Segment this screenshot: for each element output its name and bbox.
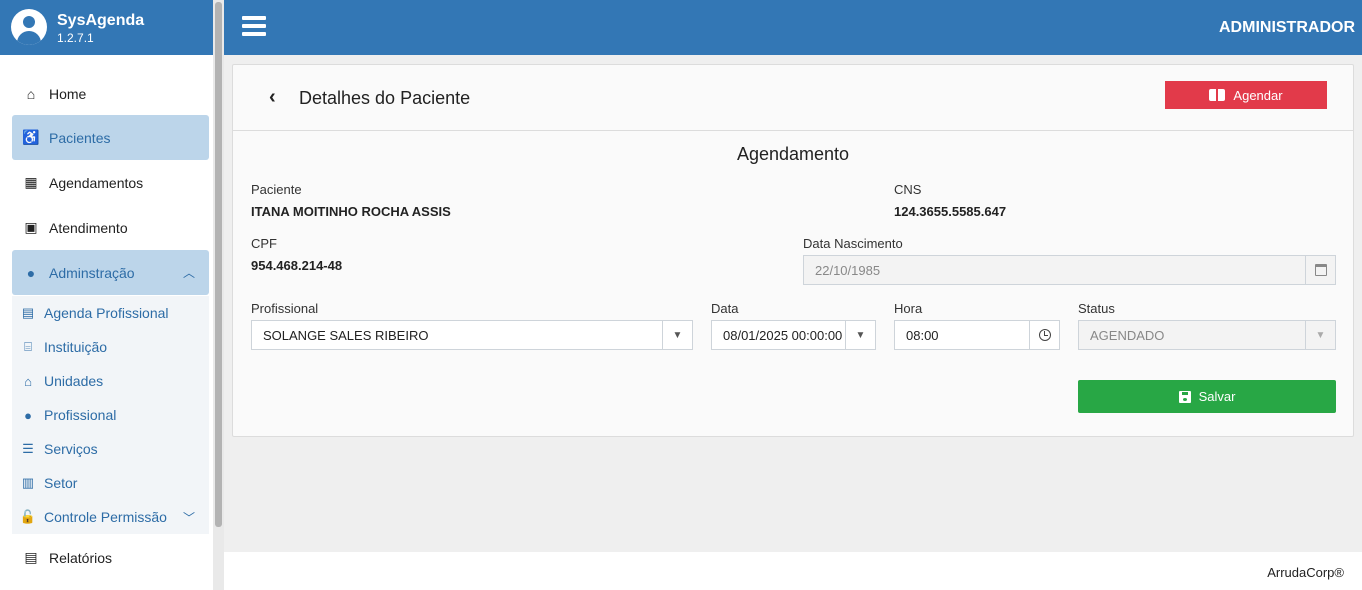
status-value: AGENDADO bbox=[1090, 327, 1165, 343]
doctor-icon: ● bbox=[24, 407, 32, 423]
dropdown-caret-icon[interactable]: ▼ bbox=[662, 321, 692, 349]
user-role-label[interactable]: ADMINISTRADOR bbox=[1219, 19, 1355, 37]
sidebar-subitem-instituicao[interactable]: ⌸ Instituição bbox=[12, 330, 209, 364]
sidebar-subitem-profissional[interactable]: ● Profissional bbox=[12, 398, 209, 432]
sidebar-subitem-unidades[interactable]: ⌂ Unidades bbox=[12, 364, 209, 398]
hora-label: Hora bbox=[894, 301, 923, 316]
sidebar-item-atendimento[interactable]: ▣ Atendimento bbox=[12, 205, 209, 250]
user-avatar-icon bbox=[11, 9, 47, 45]
briefcase-icon: ▥ bbox=[21, 475, 35, 490]
sidebar-subitem-agenda-profissional[interactable]: ▤ Agenda Profissional bbox=[12, 296, 209, 330]
sidebar-subitem-label: Unidades bbox=[44, 373, 104, 389]
menu-toggle-icon[interactable] bbox=[242, 16, 266, 36]
card-header: ‹ Detalhes do Paciente Agendar bbox=[233, 65, 1353, 131]
paciente-value: ITANA MOITINHO ROCHA ASSIS bbox=[251, 204, 451, 219]
nascimento-value: 22/10/1985 bbox=[815, 262, 881, 278]
sidebar-scrollbar[interactable] bbox=[213, 0, 224, 590]
institution-icon: ⌸ bbox=[24, 339, 32, 354]
patient-details-card: ‹ Detalhes do Paciente Agendar Agendamen… bbox=[232, 64, 1354, 437]
hora-input[interactable]: 08:00 bbox=[894, 320, 1060, 350]
agendar-button-label: Agendar bbox=[1233, 87, 1283, 103]
house-icon: ⌂ bbox=[24, 373, 32, 389]
hora-value: 08:00 bbox=[906, 327, 939, 343]
server-icon: ☰ bbox=[22, 441, 34, 456]
sidebar-item-label: Pacientes bbox=[49, 129, 111, 146]
unlock-icon: 🔓 bbox=[19, 509, 37, 524]
app-version: 1.2.7.1 bbox=[57, 31, 94, 45]
profissional-label: Profissional bbox=[251, 301, 319, 316]
agendar-button[interactable]: Agendar bbox=[1165, 81, 1327, 109]
status-label: Status bbox=[1078, 301, 1115, 316]
sidebar-subitem-setor[interactable]: ▥ Setor bbox=[12, 466, 209, 500]
cpf-label: CPF bbox=[251, 236, 277, 251]
sidebar-item-label: Home bbox=[49, 85, 87, 102]
sidebar-subitem-controle-permissao[interactable]: 🔓 Controle Permissão ﹀ bbox=[12, 500, 209, 534]
presentation-icon: ▣ bbox=[24, 219, 38, 235]
sidebar-item-relatorios[interactable]: ▤ Relatórios bbox=[12, 535, 209, 580]
sidebar-subitem-label: Agenda Profissional bbox=[44, 305, 169, 321]
sidebar-item-label: Relatórios bbox=[49, 549, 113, 566]
data-label: Data bbox=[711, 301, 739, 316]
page-title: Detalhes do Paciente bbox=[299, 88, 471, 108]
cns-value: 124.3655.5585.647 bbox=[894, 204, 1007, 219]
clipboard-icon: ▤ bbox=[21, 305, 35, 320]
home-icon: ⌂ bbox=[26, 85, 36, 102]
nascimento-field[interactable]: 22/10/1985 bbox=[803, 255, 1336, 285]
sidebar-subitem-servicos[interactable]: ☰ Serviços bbox=[12, 432, 209, 466]
calendar-picker-icon[interactable] bbox=[1305, 256, 1335, 284]
brand-header: SysAgenda 1.2.7.1 bbox=[0, 0, 213, 55]
data-value: 08/01/2025 00:00:00 bbox=[723, 327, 843, 343]
nascimento-label: Data Nascimento bbox=[803, 236, 903, 251]
sidebar-subitem-label: Profissional bbox=[44, 407, 117, 423]
data-select[interactable]: 08/01/2025 00:00:00 ▼ bbox=[711, 320, 876, 350]
book-icon bbox=[1209, 89, 1226, 101]
calendar-icon: ▦ bbox=[24, 174, 38, 190]
salvar-button-label: Salvar bbox=[1198, 389, 1236, 404]
user-shield-icon: ● bbox=[26, 264, 36, 281]
sidebar-item-label: Agendamentos bbox=[49, 174, 144, 191]
sidebar-item-label: Atendimento bbox=[49, 219, 128, 236]
cns-label: CNS bbox=[894, 182, 922, 197]
app-name: SysAgenda bbox=[57, 12, 145, 29]
sidebar-subitem-label: Setor bbox=[44, 475, 78, 491]
profissional-value: SOLANGE SALES RIBEIRO bbox=[263, 327, 429, 343]
chevron-up-icon: ︿ bbox=[182, 266, 195, 280]
sidebar-item-pacientes[interactable]: ♿ Pacientes bbox=[12, 115, 209, 160]
section-title: Agendamento bbox=[736, 144, 850, 164]
profissional-select[interactable]: SOLANGE SALES RIBEIRO ▼ bbox=[251, 320, 693, 350]
footer: ArrudaCorp® bbox=[224, 552, 1362, 590]
scrollbar-thumb[interactable] bbox=[215, 2, 222, 527]
save-icon bbox=[1178, 390, 1191, 403]
paciente-label: Paciente bbox=[251, 182, 302, 197]
chevron-down-icon: ﹀ bbox=[182, 510, 195, 525]
sidebar-subitem-label: Serviços bbox=[44, 441, 98, 457]
copyright-text: ArrudaCorp® bbox=[1267, 565, 1344, 580]
cpf-value: 954.468.214-48 bbox=[251, 258, 343, 273]
dropdown-caret-icon[interactable]: ▼ bbox=[845, 321, 875, 349]
status-select[interactable]: AGENDADO ▼ bbox=[1078, 320, 1336, 350]
sidebar-item-home[interactable]: ⌂ Home bbox=[12, 71, 209, 116]
sidebar-item-agendamentos[interactable]: ▦ Agendamentos bbox=[12, 160, 209, 205]
back-chevron-icon[interactable]: ‹ bbox=[269, 86, 276, 109]
patient-icon: ♿ bbox=[22, 129, 40, 145]
file-icon: ▤ bbox=[24, 549, 38, 565]
sidebar-subitem-label: Controle Permissão bbox=[44, 509, 167, 525]
top-bar: ADMINISTRADOR bbox=[224, 0, 1362, 55]
sidebar-item-label: Adminstração bbox=[49, 264, 135, 281]
sidebar-subitem-label: Instituição bbox=[44, 339, 108, 355]
clock-icon[interactable] bbox=[1029, 321, 1059, 349]
sidebar-item-adminstracao[interactable]: ● Adminstração ︿ bbox=[12, 250, 209, 295]
salvar-button[interactable]: Salvar bbox=[1078, 380, 1336, 413]
sidebar: SysAgenda 1.2.7.1 ⌂ Home ♿ Pacientes ▦ A… bbox=[0, 0, 213, 590]
dropdown-caret-icon[interactable]: ▼ bbox=[1305, 321, 1335, 349]
